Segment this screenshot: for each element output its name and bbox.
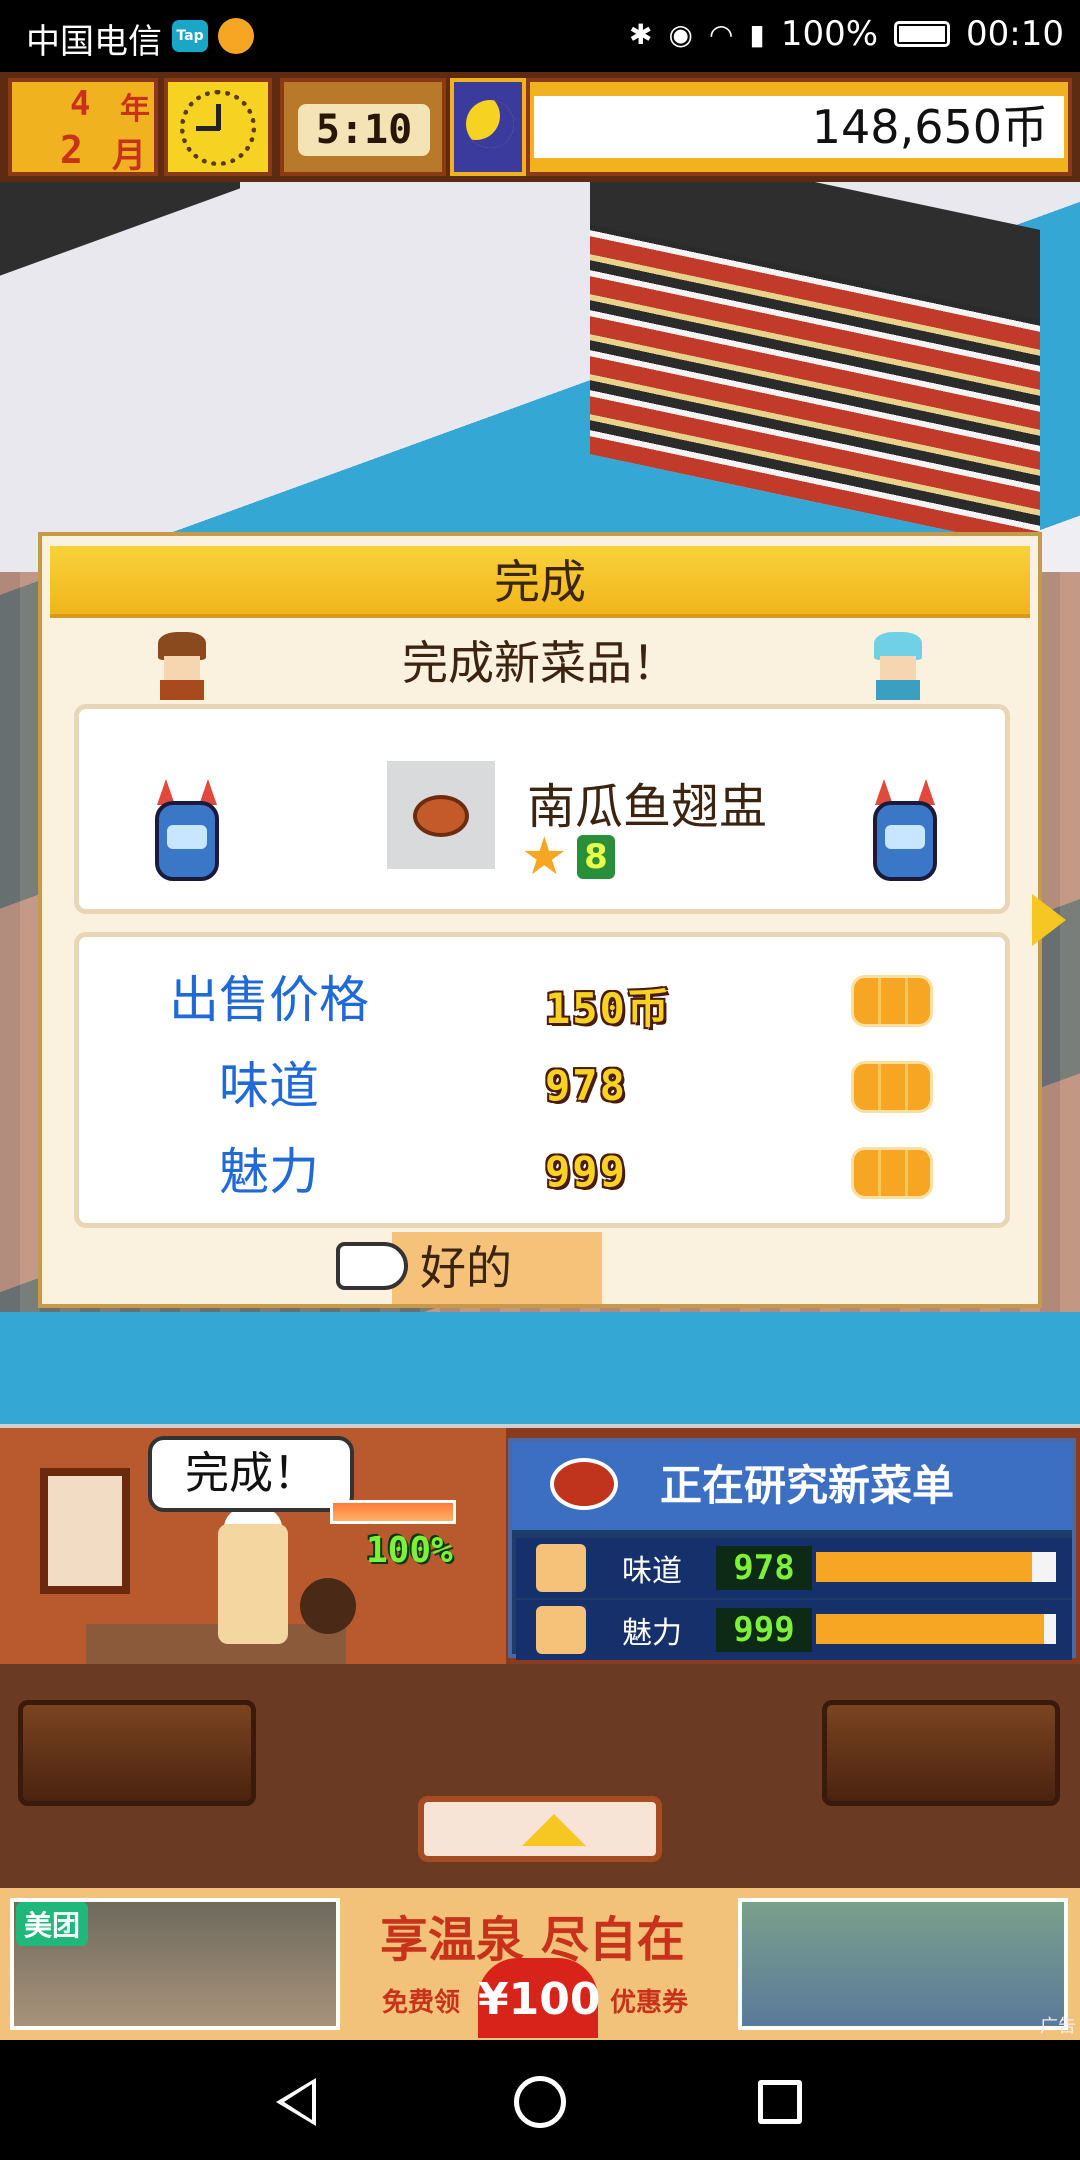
canal — [0, 1312, 1080, 1432]
ad-free-label: 免费领 — [382, 1988, 461, 2018]
stat-label: 魅力 — [219, 1143, 319, 1201]
ok-label: 好的 — [420, 1241, 512, 1295]
research-bar-track — [816, 1614, 1056, 1644]
research-bar-fill — [816, 1614, 1044, 1644]
research-row-appeal: 魅力 999 — [516, 1600, 1072, 1660]
taste-icon — [536, 1544, 586, 1592]
stat-row-appeal: 魅力 999 — [79, 1129, 1005, 1215]
stat-label: 出售价格 — [169, 971, 369, 1029]
ad-coupon-label: 优惠券 — [610, 1988, 689, 2018]
status-bar: 中国电信 Tap ✱ ◉ ◠ ▮ 100% 00:10 — [0, 0, 1080, 72]
soup-bowl-icon — [413, 795, 469, 837]
recents-icon[interactable] — [758, 2080, 802, 2124]
expand-menu-button[interactable] — [418, 1796, 662, 1862]
meituan-logo: 美团 — [16, 1902, 89, 1946]
signal-4g-icon: ▮ — [749, 17, 765, 51]
clock: 00:10 — [966, 14, 1064, 54]
appeal-icon — [536, 1606, 586, 1654]
right-menu-button[interactable] — [822, 1700, 1060, 1806]
dragon-mascot-left-icon — [149, 779, 225, 885]
battery-percent: 100% — [780, 14, 879, 54]
stat-value: 978 — [545, 1061, 627, 1110]
up-arrow-icon — [522, 1814, 586, 1846]
blue-hair-staff-icon — [870, 632, 926, 700]
lattice-window — [40, 1468, 130, 1594]
coin-rating-icon — [851, 1147, 933, 1199]
stat-row-price: 出售价格 150币 — [79, 957, 1005, 1043]
pool-photo — [738, 1898, 1068, 2030]
tap-app-icon: Tap — [172, 20, 208, 52]
back-icon[interactable] — [276, 2078, 316, 2126]
kitchen-strip: 完成！ 100% 正在研究新菜单 味道 978 魅力 999 — [0, 1424, 1080, 1664]
dish-stats: 出售价格 150币 味道 978 魅力 999 — [74, 932, 1010, 1228]
pot-icon — [300, 1578, 356, 1634]
date-panel: 4 年 2 月 — [8, 78, 158, 176]
dish-card: 南瓜鱼翅盅 ★ 8 — [74, 704, 1010, 914]
research-label: 魅力 — [622, 1616, 682, 1651]
research-label: 味道 — [622, 1554, 682, 1589]
notification-coin-icon — [218, 18, 254, 54]
coin-rating-icon — [851, 975, 933, 1027]
ad-banner[interactable]: 美团 享温泉 尽自在 免费领 ¥100 优惠券 广告 — [0, 1888, 1080, 2040]
coupon-amount: ¥100 — [478, 1958, 600, 2038]
bluetooth-icon: ✱ — [629, 17, 653, 51]
research-bar-track — [816, 1552, 1056, 1582]
stat-value: 999 — [545, 1147, 627, 1196]
stat-value: 150币 — [545, 984, 671, 1033]
navigation-bar — [0, 2040, 1080, 2160]
eye-icon: ◉ — [668, 17, 693, 51]
battery-icon — [894, 21, 951, 47]
night-indicator — [450, 78, 526, 176]
star-count: 8 — [577, 835, 615, 879]
kitchen-scene[interactable]: 完成！ 100% — [0, 1428, 506, 1664]
stat-label: 味道 — [219, 1057, 319, 1115]
research-row-taste: 味道 978 — [516, 1538, 1072, 1598]
ok-button[interactable]: 好的 — [336, 1232, 602, 1304]
dialog-title: 完成 — [50, 546, 1030, 618]
top-hud: 4 年 2 月 5:10 148,650币 — [0, 72, 1080, 182]
chef-sprite — [218, 1524, 288, 1644]
research-value: 978 — [716, 1546, 812, 1590]
home-icon[interactable] — [514, 2076, 566, 2128]
pointing-hand-icon — [336, 1242, 408, 1290]
dish-image — [387, 761, 495, 869]
money-panel: 148,650币 — [526, 78, 1072, 176]
research-dish-icon — [550, 1458, 618, 1510]
stat-row-taste: 味道 978 — [79, 1043, 1005, 1129]
brown-hair-staff-icon — [154, 632, 210, 700]
dragon-mascot-right-icon — [867, 779, 943, 885]
research-bar-fill — [816, 1552, 1032, 1582]
counter — [86, 1624, 346, 1664]
year-number: 4 — [70, 84, 91, 124]
star-icon: ★ — [521, 827, 568, 887]
speech-bubble: 完成！ — [148, 1436, 354, 1512]
next-arrow-icon[interactable] — [1032, 894, 1066, 946]
research-value: 999 — [716, 1608, 812, 1652]
money-value: 148,650币 — [534, 96, 1064, 158]
moon-icon — [466, 100, 514, 148]
month-number: 2 — [60, 128, 83, 172]
dish-complete-dialog: 完成 完成新菜品！ 南瓜鱼翅盅 ★ 8 出售价格 150币 味道 978 魅力 … — [38, 532, 1066, 1308]
control-panel — [0, 1664, 1080, 1888]
game-time: 5:10 — [298, 104, 430, 156]
year-label: 年 — [120, 92, 150, 127]
clock-icon — [164, 78, 272, 176]
month-label: 月 — [112, 136, 146, 176]
carrier-label: 中国电信 — [26, 22, 162, 62]
game-time-panel: 5:10 — [280, 78, 446, 176]
wifi-icon: ◠ — [708, 17, 734, 51]
ad-tag: 广告 — [1040, 2016, 1076, 2037]
research-panel[interactable]: 正在研究新菜单 味道 978 魅力 999 — [508, 1438, 1076, 1660]
left-menu-button[interactable] — [18, 1700, 256, 1806]
research-progress-percent: 100% — [366, 1530, 453, 1571]
coin-rating-icon — [851, 1061, 933, 1113]
research-progress-bar — [330, 1500, 456, 1524]
status-right: ✱ ◉ ◠ ▮ 100% 00:10 — [629, 14, 1064, 54]
